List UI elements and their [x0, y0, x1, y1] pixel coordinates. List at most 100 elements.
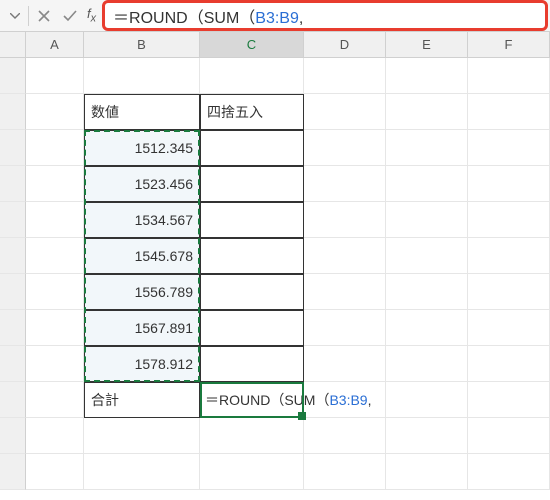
cell[interactable] [468, 310, 550, 346]
cancel-button[interactable] [31, 3, 57, 29]
cell[interactable] [468, 274, 550, 310]
col-header-F[interactable]: F [468, 32, 550, 57]
cell[interactable] [386, 238, 468, 274]
row-header[interactable] [0, 166, 26, 202]
cell[interactable] [200, 454, 304, 490]
namebox-dropdown-icon[interactable] [8, 9, 22, 23]
cell[interactable] [468, 58, 550, 94]
cell[interactable] [84, 58, 200, 94]
cell[interactable] [200, 274, 304, 310]
fx-icon[interactable]: fx [83, 6, 100, 25]
cell[interactable] [26, 382, 84, 418]
cell[interactable] [26, 346, 84, 382]
cell-header-numeric[interactable]: 数値 [84, 94, 200, 130]
col-header-D[interactable]: D [304, 32, 386, 57]
cell[interactable] [26, 274, 84, 310]
row-header[interactable] [0, 346, 26, 382]
row-header[interactable] [0, 418, 26, 454]
row-header[interactable] [0, 94, 26, 130]
cell[interactable] [386, 166, 468, 202]
cell[interactable] [304, 346, 386, 382]
divider [28, 6, 29, 26]
col-header-A[interactable]: A [26, 32, 84, 57]
cell[interactable] [386, 418, 468, 454]
cell[interactable] [304, 238, 386, 274]
cell[interactable] [468, 202, 550, 238]
active-cell-editing[interactable]: ＝ROUND（SUM（B3:B9, [200, 382, 304, 418]
cell[interactable] [26, 454, 84, 490]
cell[interactable] [386, 130, 468, 166]
cell[interactable] [468, 238, 550, 274]
cell[interactable] [304, 130, 386, 166]
row-header[interactable] [0, 310, 26, 346]
select-all-corner[interactable] [0, 32, 26, 57]
cell[interactable] [468, 130, 550, 166]
cell[interactable] [386, 382, 468, 418]
editing-prefix: ＝ROUND（SUM（ [205, 392, 329, 408]
cell-value[interactable]: 1567.891 [84, 310, 200, 346]
cell[interactable] [26, 238, 84, 274]
cell[interactable] [200, 202, 304, 238]
cell-value[interactable]: 1534.567 [84, 202, 200, 238]
cell-header-round[interactable]: 四捨五入 [200, 94, 304, 130]
cell[interactable] [26, 310, 84, 346]
cell[interactable] [386, 202, 468, 238]
cell[interactable] [304, 454, 386, 490]
cell[interactable] [26, 94, 84, 130]
row-header[interactable] [0, 454, 26, 490]
formula-input[interactable]: ＝ROUND（SUM（B3:B9, [113, 4, 303, 28]
row-header[interactable] [0, 202, 26, 238]
cell[interactable] [468, 382, 550, 418]
cell[interactable] [304, 58, 386, 94]
cell[interactable] [200, 310, 304, 346]
cell[interactable] [304, 418, 386, 454]
cell[interactable] [386, 310, 468, 346]
cell-value[interactable]: 1556.789 [84, 274, 200, 310]
row-header[interactable] [0, 58, 26, 94]
row-header[interactable] [0, 274, 26, 310]
cell[interactable] [26, 166, 84, 202]
cell[interactable] [200, 346, 304, 382]
cell[interactable] [26, 130, 84, 166]
col-header-E[interactable]: E [386, 32, 468, 57]
cell[interactable] [84, 418, 200, 454]
cell[interactable] [200, 166, 304, 202]
row: 1512.345 [0, 130, 550, 166]
cell[interactable] [468, 166, 550, 202]
cell[interactable] [26, 418, 84, 454]
col-header-B[interactable]: B [84, 32, 200, 57]
cell[interactable] [304, 202, 386, 238]
cell[interactable] [304, 310, 386, 346]
cell[interactable] [468, 454, 550, 490]
cell-total-label[interactable]: 合計 [84, 382, 200, 418]
col-header-C[interactable]: C [200, 32, 304, 57]
cell[interactable] [84, 454, 200, 490]
cell[interactable] [386, 346, 468, 382]
row [0, 418, 550, 454]
cell[interactable] [200, 418, 304, 454]
cell-value[interactable]: 1545.678 [84, 238, 200, 274]
cell[interactable] [26, 58, 84, 94]
cell-value[interactable]: 1512.345 [84, 130, 200, 166]
cell[interactable] [386, 58, 468, 94]
cell-value[interactable]: 1523.456 [84, 166, 200, 202]
cell[interactable] [386, 94, 468, 130]
cell[interactable] [304, 94, 386, 130]
row-header[interactable] [0, 382, 26, 418]
cell[interactable] [304, 166, 386, 202]
formula-input-highlight: ＝ROUND（SUM（B3:B9, [102, 0, 548, 31]
row-header[interactable] [0, 130, 26, 166]
cell[interactable] [304, 274, 386, 310]
cell[interactable] [468, 346, 550, 382]
cell[interactable] [386, 274, 468, 310]
cell[interactable] [468, 418, 550, 454]
cell-value[interactable]: 1578.912 [84, 346, 200, 382]
enter-button[interactable] [57, 3, 83, 29]
cell[interactable] [26, 202, 84, 238]
cell[interactable] [386, 454, 468, 490]
cell[interactable] [468, 94, 550, 130]
cell[interactable] [200, 238, 304, 274]
row-header[interactable] [0, 238, 26, 274]
cell[interactable] [200, 58, 304, 94]
cell[interactable] [200, 130, 304, 166]
